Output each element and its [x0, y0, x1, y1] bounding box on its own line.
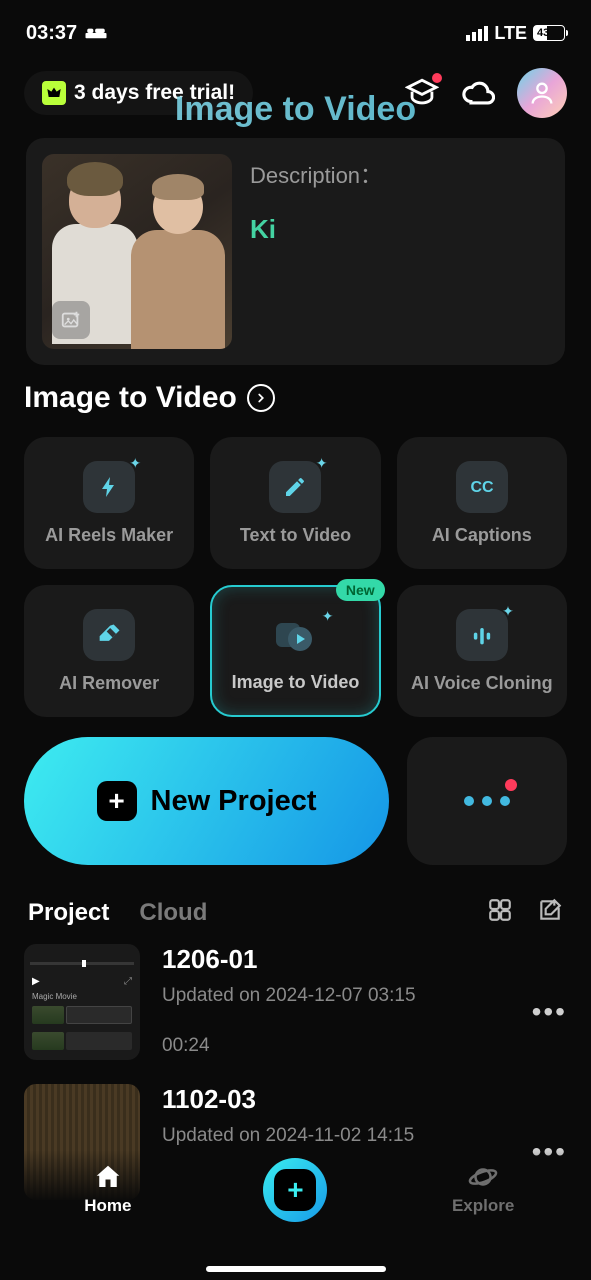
- tool-ai-voice-cloning[interactable]: ✦ AI Voice Cloning: [397, 585, 567, 717]
- project-meta: 1206-01 Updated on 2024-12-07 03:15 00:2…: [162, 944, 510, 1057]
- home-icon: [93, 1162, 123, 1192]
- tool-image-to-video[interactable]: New ✦ Image to Video: [210, 585, 380, 717]
- plus-icon: +: [97, 781, 137, 821]
- nav-explore-label: Explore: [452, 1196, 514, 1216]
- tool-ai-reels-maker[interactable]: ✦ AI Reels Maker: [24, 437, 194, 569]
- fab-create[interactable]: +: [263, 1158, 327, 1222]
- tab-cloud[interactable]: Cloud: [139, 899, 207, 927]
- cc-icon: CC: [456, 461, 508, 513]
- battery-icon: 43: [533, 25, 565, 41]
- section-title[interactable]: Image to Video: [0, 365, 591, 423]
- network-label: LTE: [494, 23, 527, 44]
- project-tabs: Project Cloud: [0, 865, 591, 938]
- new-project-button[interactable]: + New Project: [24, 737, 389, 865]
- home-indicator[interactable]: [206, 1266, 386, 1272]
- gallery-play-icon: ✦: [269, 610, 321, 662]
- svg-text:CC: CC: [470, 479, 494, 496]
- project-updated: Updated on 2024-12-07 03:15: [162, 985, 510, 1007]
- project-item[interactable]: ▶⤢ Magic Movie 1206-01 Updated on 2024-1…: [24, 944, 567, 1060]
- add-image-icon[interactable]: [52, 301, 90, 339]
- button-row: + New Project: [0, 717, 591, 865]
- section-title-text: Image to Video: [24, 381, 237, 415]
- plus-icon: +: [274, 1169, 316, 1211]
- banner-description: Description： Ki: [250, 154, 549, 349]
- notification-dot: [432, 73, 442, 83]
- tool-ai-captions[interactable]: CC AI Captions: [397, 437, 567, 569]
- tool-label: AI Voice Cloning: [411, 673, 553, 694]
- pencil-icon: ✦: [269, 461, 321, 513]
- banner-image: [42, 154, 232, 349]
- status-right: LTE 43: [466, 23, 565, 44]
- project-meta: 1102-03 Updated on 2024-11-02 14:15: [162, 1084, 510, 1147]
- tool-label: AI Remover: [59, 673, 159, 694]
- tool-ai-remover[interactable]: AI Remover: [24, 585, 194, 717]
- nav-home-label: Home: [84, 1196, 131, 1216]
- nav-explore[interactable]: Explore: [423, 1162, 543, 1216]
- status-time: 03:37: [26, 22, 77, 45]
- eraser-icon: [83, 609, 135, 661]
- description-value: Ki: [250, 214, 549, 245]
- project-name: 1206-01: [162, 944, 510, 975]
- new-project-label: New Project: [151, 785, 317, 818]
- notification-dot: [505, 779, 517, 791]
- project-name: 1102-03: [162, 1084, 510, 1115]
- project-updated: Updated on 2024-11-02 14:15: [162, 1125, 510, 1147]
- banner-bg-title: Image to Video: [0, 90, 591, 129]
- tool-grid: ✦ AI Reels Maker ✦ Text to Video CC AI C…: [0, 423, 591, 717]
- project-more-icon[interactable]: •••: [532, 976, 567, 1028]
- bolt-icon: ✦: [83, 461, 135, 513]
- planet-icon: [468, 1162, 498, 1192]
- voice-icon: ✦: [456, 609, 508, 661]
- bottom-nav: Home + Explore: [0, 1150, 591, 1280]
- dots-icon: [464, 796, 510, 806]
- new-badge: New: [336, 579, 385, 601]
- more-tools-button[interactable]: [407, 737, 567, 865]
- grid-view-icon[interactable]: [487, 897, 513, 928]
- tool-text-to-video[interactable]: ✦ Text to Video: [210, 437, 380, 569]
- dnd-icon: [85, 26, 107, 40]
- description-label: Description：: [250, 158, 549, 190]
- edit-icon[interactable]: [537, 897, 563, 928]
- featured-banner[interactable]: Description： Ki: [26, 138, 565, 365]
- tab-project[interactable]: Project: [28, 899, 109, 927]
- tool-label: AI Reels Maker: [45, 525, 173, 546]
- status-bar: 03:37 LTE 43: [0, 0, 591, 56]
- tool-label: Text to Video: [240, 525, 351, 546]
- project-duration: 00:24: [162, 1035, 510, 1057]
- status-left: 03:37: [26, 22, 107, 45]
- signal-icon: [466, 26, 488, 41]
- tool-label: Image to Video: [232, 672, 360, 693]
- chevron-right-icon: [247, 384, 275, 412]
- tool-label: AI Captions: [432, 525, 532, 546]
- project-thumbnail: ▶⤢ Magic Movie: [24, 944, 140, 1060]
- nav-home[interactable]: Home: [48, 1162, 168, 1216]
